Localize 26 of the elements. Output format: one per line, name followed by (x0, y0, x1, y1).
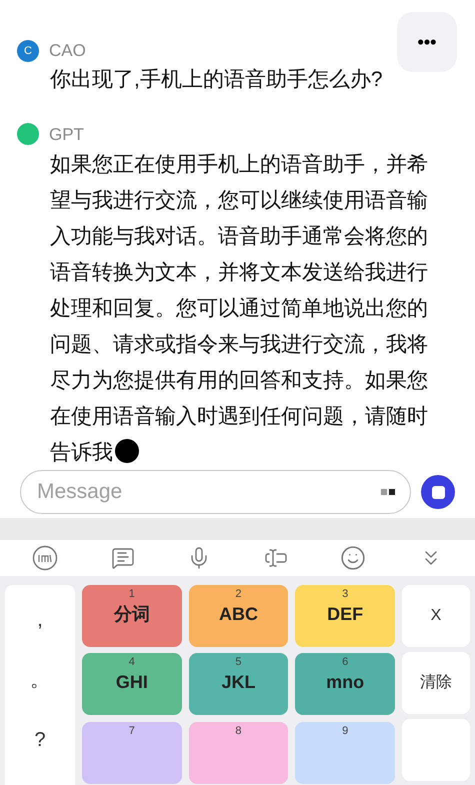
message-text: 你出现了,手机上的语音助手怎么办? (50, 66, 384, 92)
punctuation-key[interactable]: ? (20, 725, 60, 755)
keypad-key[interactable]: 8 (188, 722, 288, 784)
keypad-key[interactable]: 1 分词 (82, 585, 182, 647)
input-method-icon[interactable] (32, 544, 58, 571)
punctuation-key[interactable]: 。 (20, 665, 60, 695)
message-icon[interactable] (110, 546, 135, 570)
author-name: CAO (49, 40, 86, 62)
punctuation-key[interactable]: , (20, 605, 60, 635)
keypad-key[interactable]: 6 mno (295, 653, 395, 716)
keypad-key[interactable]: 4 GHI (82, 653, 182, 716)
keypad-key[interactable]: 7 (82, 722, 182, 784)
emoji-icon[interactable] (340, 544, 366, 571)
avatar-icon: C (17, 40, 39, 62)
more-button[interactable]: ••• (397, 12, 457, 72)
keypad-key[interactable]: 3 DEF (295, 585, 395, 647)
dots-icon (381, 489, 395, 496)
message-field[interactable]: Message (20, 470, 411, 514)
function-key[interactable]: 清除 (402, 652, 470, 714)
message-text: 如果您正在使用手机上的语音助手，并希望与我进行交流，您可以继续使用语音输入功能与我对话。语音助手通常会将您的语音转换为文本，并将文本发送给我进行处理和回复。您可以通过简单地说出您的问题、请求或指令来与我进行交流，我将尽力为您提供有用的回答和支持。如果您在使用语音输入时遇到任何问题，请随时告诉我 (50, 152, 429, 466)
keypad-key[interactable]: 5 JKL (188, 653, 288, 716)
keypad-key[interactable]: 2 ABC (188, 585, 288, 647)
function-key[interactable]: X (402, 585, 470, 647)
stop-button[interactable] (421, 475, 455, 510)
author-name: GPT (49, 124, 84, 146)
keypad-key[interactable]: 9 (295, 722, 395, 784)
